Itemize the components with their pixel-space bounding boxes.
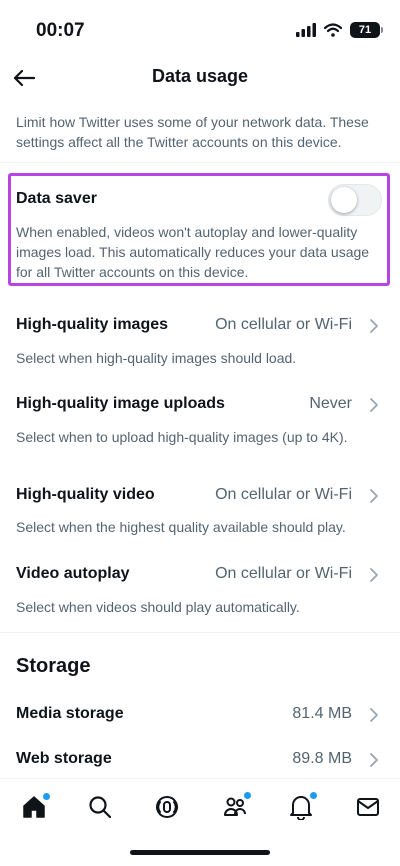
tab-messages[interactable] bbox=[352, 791, 384, 823]
storage-label: Media storage bbox=[16, 705, 124, 722]
battery-level: 71 bbox=[358, 24, 372, 36]
setting-description: Select when videos should play automatic… bbox=[16, 599, 300, 615]
status-icons: 71 bbox=[296, 22, 383, 38]
chevron-right-icon bbox=[370, 753, 378, 767]
setting-value: On cellular or Wi-Fi bbox=[215, 316, 352, 333]
setting-description: Select when to upload high-quality image… bbox=[16, 429, 348, 445]
data-saver-toggle[interactable] bbox=[328, 184, 382, 216]
notification-dot bbox=[244, 792, 251, 799]
nav-header: Data usage bbox=[0, 56, 400, 100]
home-indicator bbox=[130, 850, 270, 855]
tab-search[interactable] bbox=[84, 791, 116, 823]
setting-description: Select when the highest quality availabl… bbox=[16, 519, 346, 535]
intro-text: Limit how Twitter uses some of your netw… bbox=[16, 114, 369, 150]
setting-value: On cellular or Wi-Fi bbox=[215, 486, 352, 503]
storage-value: 81.4 MB bbox=[292, 705, 352, 722]
battery-icon: 71 bbox=[350, 22, 383, 38]
divider bbox=[0, 632, 400, 633]
status-time: 00:07 bbox=[36, 20, 85, 41]
chevron-right-icon bbox=[370, 319, 378, 333]
messages-icon bbox=[357, 798, 379, 816]
divider bbox=[0, 162, 400, 163]
search-icon bbox=[89, 796, 112, 819]
status-bar: 00:07 71 bbox=[0, 0, 400, 56]
storage-label: Web storage bbox=[16, 750, 112, 767]
notifications-icon bbox=[290, 796, 312, 820]
setting-label: High-quality video bbox=[16, 486, 155, 503]
tab-spaces[interactable] bbox=[151, 791, 183, 823]
setting-label: Video autoplay bbox=[16, 565, 130, 582]
tab-home[interactable] bbox=[18, 791, 50, 823]
storage-value: 89.8 MB bbox=[292, 750, 352, 767]
notification-dot bbox=[43, 793, 50, 800]
setting-value: Never bbox=[309, 395, 352, 412]
chevron-right-icon bbox=[370, 398, 378, 412]
setting-value: On cellular or Wi-Fi bbox=[215, 565, 352, 582]
toggle-knob bbox=[331, 187, 357, 213]
data-saver-label: Data saver bbox=[16, 190, 97, 207]
spaces-icon bbox=[156, 796, 178, 818]
notification-dot bbox=[310, 792, 317, 799]
tab-notifications[interactable] bbox=[285, 791, 317, 823]
storage-heading: Storage bbox=[16, 655, 91, 677]
setting-label: High-quality images bbox=[16, 316, 169, 333]
chevron-right-icon bbox=[370, 489, 378, 503]
wifi-icon bbox=[324, 23, 342, 37]
data-saver-description: When enabled, videos won't autoplay and … bbox=[16, 224, 370, 280]
chevron-right-icon bbox=[370, 708, 378, 722]
signal-icon bbox=[296, 23, 316, 37]
tab-communities[interactable] bbox=[219, 791, 251, 823]
page-title: Data usage bbox=[151, 66, 249, 86]
bottom-tab-bar bbox=[0, 778, 400, 833]
chevron-right-icon bbox=[370, 568, 378, 582]
setting-description: Select when high-quality images should l… bbox=[16, 350, 297, 366]
setting-label: High-quality image uploads bbox=[16, 395, 225, 412]
